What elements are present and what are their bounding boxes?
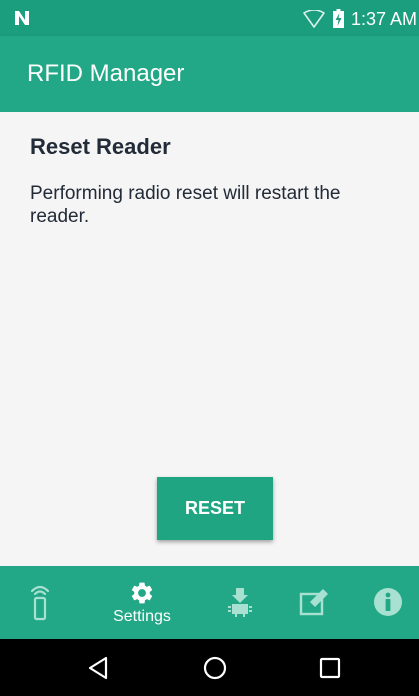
screen: 1:37 AM RFID Manager Reset Reader Perfor… (0, 0, 419, 696)
app-bar: RFID Manager (0, 36, 419, 112)
reset-description: Performing radio reset will restart the … (30, 183, 341, 227)
bottom-nav: Settings (0, 566, 419, 639)
system-recents-button[interactable] (290, 639, 370, 696)
status-bar: 1:37 AM (0, 0, 419, 36)
reset-button[interactable]: RESET (157, 477, 273, 540)
system-back-button[interactable] (58, 639, 138, 696)
wifi-icon (303, 10, 325, 28)
nav-item-info[interactable] (366, 566, 410, 639)
rfid-reader-icon (30, 585, 50, 620)
back-icon (88, 656, 108, 679)
home-icon (203, 656, 227, 679)
n-logo-icon (15, 11, 29, 25)
edit-icon (299, 588, 328, 615)
page-heading: Reset Reader (30, 134, 171, 159)
nav-item-settings[interactable]: Settings (100, 566, 184, 639)
nav-item-reader[interactable] (14, 566, 66, 639)
info-icon (374, 587, 402, 616)
firmware-update-icon (228, 587, 252, 617)
battery-charging-icon (333, 9, 344, 28)
app-title: RFID Manager (27, 60, 185, 87)
nav-item-firmware[interactable] (218, 566, 262, 639)
gear-icon (131, 582, 153, 603)
status-time: 1:37 AM (351, 9, 418, 29)
nav-label-settings: Settings (113, 607, 171, 625)
system-nav-bar (0, 639, 419, 696)
system-home-button[interactable] (175, 639, 255, 696)
recents-icon (319, 657, 341, 678)
nav-item-edit[interactable] (292, 566, 336, 639)
